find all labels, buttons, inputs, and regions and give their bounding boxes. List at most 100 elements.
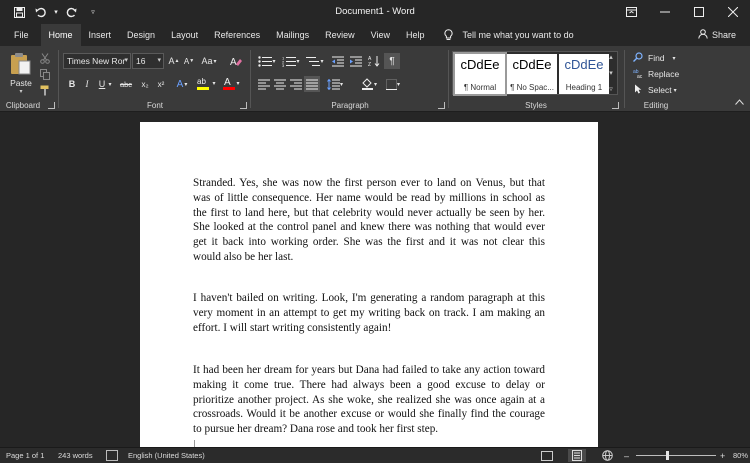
page-count[interactable]: Page 1 of 1 [6, 448, 44, 463]
increase-indent-icon[interactable] [348, 53, 364, 69]
show-formatting-marks-icon[interactable]: ¶ [384, 53, 400, 69]
ribbon-separator [624, 50, 625, 108]
tab-review[interactable]: Review [317, 24, 363, 46]
grow-font-icon[interactable]: A ▲ [166, 53, 182, 69]
font-size-combo[interactable]: 16 ▾ [132, 53, 164, 69]
subscript-button[interactable]: x₂ [137, 76, 153, 92]
change-case-button[interactable]: Aa ▾ [198, 53, 220, 69]
bullets-icon[interactable]: ▾ [256, 53, 278, 69]
tab-design[interactable]: Design [119, 24, 163, 46]
clipboard-group: Paste ▾ Clipboard [0, 46, 58, 112]
tell-me-search[interactable]: Tell me what you want to do [443, 24, 574, 46]
font-name-combo[interactable]: Times New Ror ▾ [63, 53, 131, 69]
tab-file[interactable]: File [0, 24, 41, 46]
align-center-icon[interactable] [272, 76, 288, 92]
word-count[interactable]: 243 words [58, 448, 93, 463]
print-layout-icon[interactable] [568, 449, 586, 462]
strikethrough-button[interactable]: abc [117, 76, 135, 92]
close-icon[interactable] [716, 0, 750, 24]
borders-icon[interactable]: ▾ [382, 76, 404, 92]
font-group: Times New Ror ▾ 16 ▾ A ▲ A ▼ Aa ▾ A B I U ▾… [60, 46, 250, 112]
tab-mailings[interactable]: Mailings [268, 24, 317, 46]
zoom-level[interactable]: 80% [733, 448, 748, 463]
align-right-icon[interactable] [288, 76, 304, 92]
highlight-button[interactable]: ab ▾ [195, 74, 217, 92]
zoom-slider[interactable] [636, 455, 716, 456]
shrink-font-icon[interactable]: A ▼ [181, 53, 197, 69]
zoom-in-button[interactable]: + [720, 448, 725, 463]
lightbulb-icon [443, 28, 455, 42]
tab-references[interactable]: References [206, 24, 268, 46]
save-icon[interactable] [8, 2, 30, 22]
zoom-slider-thumb[interactable] [665, 451, 669, 460]
font-group-label: Font [146, 101, 163, 110]
tab-home[interactable]: Home [40, 24, 81, 46]
customize-qat-icon[interactable]: ▿ [82, 2, 104, 22]
quick-access-toolbar: ▾ ▿ [0, 0, 104, 24]
italic-button[interactable]: I [79, 76, 95, 92]
svg-text:A: A [224, 77, 231, 88]
format-painter-icon[interactable] [37, 82, 53, 98]
svg-text:A: A [230, 57, 237, 67]
clipboard-dialog-launcher[interactable] [48, 102, 55, 109]
svg-text:ab: ab [197, 77, 206, 86]
ribbon-display-options-icon[interactable] [614, 0, 648, 24]
title-bar: ▾ ▿ Document1 - Word [0, 0, 750, 24]
copy-icon[interactable] [37, 66, 53, 82]
document-paragraph[interactable]: Stranded. Yes, she was now the first per… [193, 176, 545, 265]
justify-icon[interactable] [304, 76, 320, 92]
web-layout-icon[interactable] [598, 449, 616, 462]
paste-button[interactable]: Paste ▾ [6, 50, 36, 95]
styles-dialog-launcher[interactable] [612, 102, 619, 109]
editing-group: Editing [626, 46, 686, 112]
share-button[interactable]: Share [698, 24, 736, 46]
paragraph-dialog-launcher[interactable] [438, 102, 445, 109]
tab-help[interactable]: Help [398, 24, 433, 46]
superscript-button[interactable]: x² [153, 76, 169, 92]
ribbon-separator [58, 50, 59, 108]
cut-icon[interactable] [37, 50, 53, 66]
language-indicator[interactable]: English (United States) [128, 448, 205, 463]
paste-dropdown-icon[interactable]: ▾ [6, 88, 36, 95]
document-paragraph[interactable]: It had been her dream for years but Dana… [193, 363, 545, 437]
document-area[interactable]: Stranded. Yes, she was now the first per… [0, 112, 750, 447]
align-left-icon[interactable] [256, 76, 272, 92]
focus-mode-icon[interactable] [538, 449, 556, 462]
shading-icon[interactable]: ▾ [358, 76, 380, 92]
document-paragraph[interactable]: I haven't bailed on writing. Look, I'm g… [193, 291, 545, 335]
line-spacing-icon[interactable]: ▾ [324, 76, 346, 92]
person-icon [698, 28, 708, 42]
undo-icon[interactable] [30, 2, 52, 22]
text-effects-button[interactable]: A ▾ [172, 76, 192, 92]
bold-button[interactable]: B [64, 76, 80, 92]
maximize-icon[interactable] [682, 0, 716, 24]
document-page[interactable]: Stranded. Yes, she was now the first per… [140, 122, 598, 447]
chevron-down-icon: ▾ [124, 57, 128, 64]
multilevel-list-icon[interactable]: ▾ [304, 53, 326, 69]
text-effects-icon: A [176, 78, 184, 90]
minimize-icon[interactable] [648, 0, 682, 24]
redo-icon[interactable] [60, 2, 82, 22]
font-size-value: 16 [136, 56, 146, 66]
numbering-icon[interactable]: 123 ▾ [280, 53, 302, 69]
underline-dropdown-icon[interactable]: ▾ [106, 76, 114, 92]
styles-group-label: Styles [525, 101, 547, 110]
clear-formatting-icon[interactable]: A [228, 53, 244, 69]
decrease-indent-icon[interactable] [330, 53, 346, 69]
font-dialog-launcher[interactable] [240, 102, 247, 109]
collapse-ribbon-icon[interactable] [735, 97, 744, 107]
ribbon-separator [448, 50, 449, 108]
paragraph-group: ▾ 123 ▾ ▾ AZ ¶ ▾ ▾ ▾ Paragraph [252, 46, 448, 112]
sort-icon[interactable]: AZ [366, 53, 382, 69]
styles-group: Styles [450, 46, 622, 112]
change-case-label: Aa [201, 56, 213, 66]
undo-dropdown-icon[interactable]: ▾ [52, 2, 60, 22]
tab-layout[interactable]: Layout [163, 24, 206, 46]
tab-insert[interactable]: Insert [81, 24, 120, 46]
font-color-button[interactable]: A ▾ [220, 74, 242, 92]
window-controls [614, 0, 750, 24]
font-color-icon: A [223, 77, 236, 90]
tab-view[interactable]: View [363, 24, 398, 46]
proofing-icon[interactable] [106, 450, 118, 461]
zoom-out-button[interactable]: – [624, 448, 629, 463]
